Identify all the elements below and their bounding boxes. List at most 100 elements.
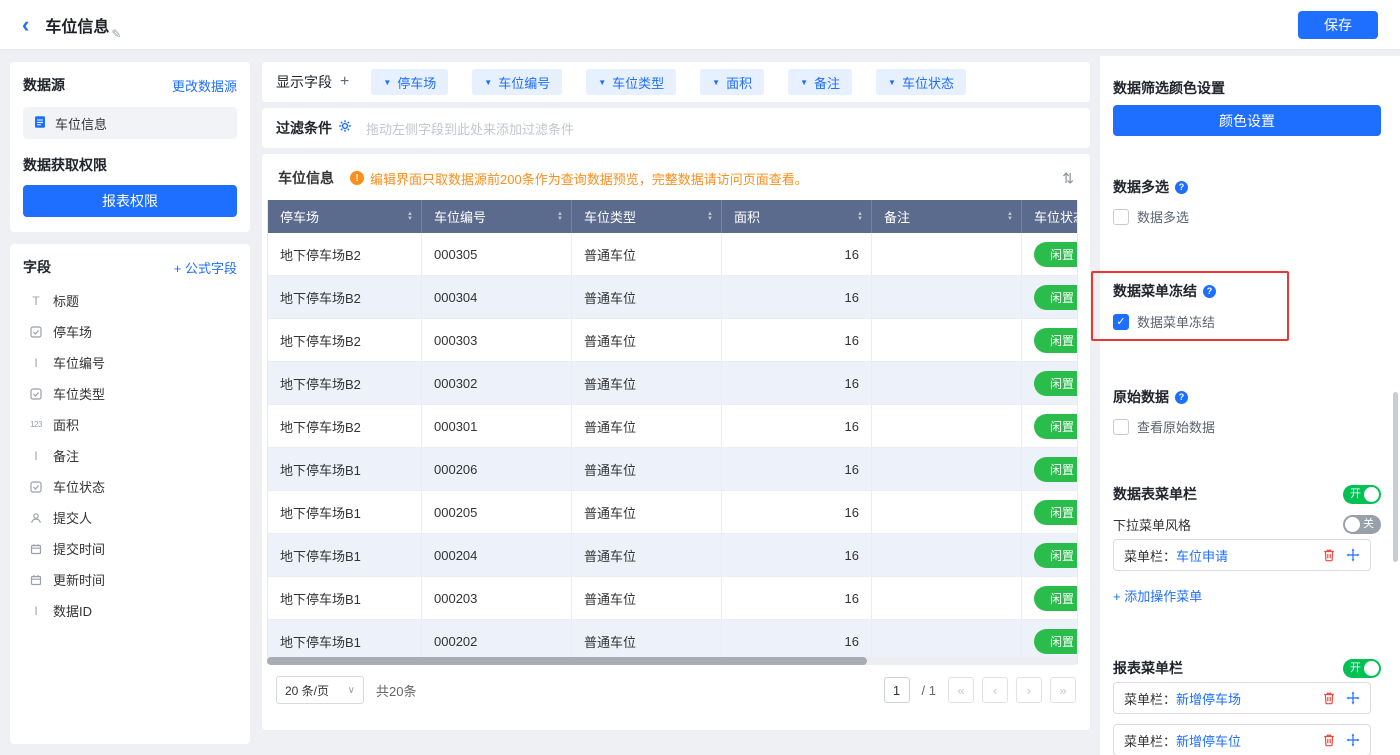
menu-item-value[interactable]: 新增停车位 [1176,731,1241,750]
help-icon[interactable]: ? [1175,391,1188,404]
edit-title-icon[interactable]: ✎ [111,27,121,41]
column-header[interactable]: 车位状态▲▼ [1022,200,1078,233]
scrollbar-thumb[interactable] [267,657,867,665]
add-display-field-button[interactable]: + [340,73,349,91]
table-cell [872,577,1022,620]
field-item[interactable]: T标题 [23,285,237,316]
sort-icon[interactable]: ▲▼ [1007,212,1013,222]
field-item[interactable]: I备注 [23,440,237,471]
menu-item-add-parking-space[interactable]: 菜单栏： 新增停车位 [1113,724,1371,755]
field-item[interactable]: I数据ID [23,595,237,626]
table-row[interactable]: 地下停车场B1000205普通车位16闲置 [268,491,1078,534]
datasource-item[interactable]: 车位信息 [23,107,237,139]
chip-label: 停车场 [397,73,436,92]
table-row[interactable]: 地下停车场B2000303普通车位16闲置 [268,319,1078,362]
page-size-select[interactable]: 20 条/页 ∨ [276,676,364,704]
add-operation-menu-link[interactable]: + 添加操作菜单 [1113,586,1202,605]
table-cell: 普通车位 [572,405,722,448]
table-sort-icon[interactable]: ⇅ [1062,170,1074,187]
color-settings-title: 数据筛选颜色设置 [1113,78,1225,98]
dropdown-style-toggle[interactable]: 关 [1343,515,1381,534]
horizontal-scrollbar[interactable] [267,657,1078,665]
prev-page-button[interactable]: ‹ [982,677,1008,703]
delete-icon[interactable] [1322,733,1336,747]
menu-item-value[interactable]: 车位申请 [1176,546,1228,565]
table-row[interactable]: 地下停车场B1000206普通车位16闲置 [268,448,1078,491]
table-menu-row: 数据表菜单栏 开 [1113,484,1381,504]
delete-icon[interactable] [1322,548,1336,562]
info-icon: ! [350,171,364,185]
field-item[interactable]: 提交时间 [23,533,237,564]
field-item[interactable]: 提交人 [23,502,237,533]
next-page-button[interactable]: › [1016,677,1042,703]
display-field-chip[interactable]: ▼车位状态 [876,69,966,95]
table-cell: 000304 [422,276,572,319]
move-icon[interactable] [1346,691,1360,705]
display-field-chip[interactable]: ▼车位类型 [586,69,676,95]
multi-select-checkbox[interactable]: 数据多选 [1113,207,1189,226]
sort-icon[interactable]: ▲▼ [857,212,863,222]
display-field-chip[interactable]: ▼备注 [788,69,852,95]
gear-icon[interactable] [338,119,352,138]
column-header[interactable]: 车位编号▲▼ [422,200,572,233]
table-cell: 16 [722,276,872,319]
display-field-chip[interactable]: ▼停车场 [371,69,448,95]
menu-item-add-parking-lot[interactable]: 菜单栏： 新增停车场 [1113,682,1371,714]
back-button[interactable]: ‹ [22,14,29,36]
total-count: 共20条 [376,681,416,700]
sort-icon[interactable]: ▲▼ [407,212,413,222]
color-settings-button[interactable]: 颜色设置 [1113,105,1381,136]
menu-item-parking-apply[interactable]: 菜单栏： 车位申请 [1113,539,1371,571]
person-field-icon [27,512,45,524]
sort-icon[interactable]: ▲▼ [707,212,713,222]
table-header-row: 停车场▲▼车位编号▲▼车位类型▲▼面积▲▼备注▲▼车位状态▲▼ [268,200,1078,233]
display-field-chip[interactable]: ▼面积 [700,69,764,95]
table-row[interactable]: 地下停车场B2000302普通车位16闲置 [268,362,1078,405]
column-header[interactable]: 面积▲▼ [722,200,872,233]
sort-icon[interactable]: ▲▼ [557,212,563,222]
move-icon[interactable] [1346,733,1360,747]
table-cell: 地下停车场B2 [268,319,422,362]
column-header[interactable]: 停车场▲▼ [268,200,422,233]
help-icon[interactable]: ? [1175,181,1188,194]
table-cell: 普通车位 [572,491,722,534]
filter-bar[interactable]: 过滤条件 拖动左侧字段到此处来添加过滤条件 [262,108,1090,148]
field-item[interactable]: 更新时间 [23,564,237,595]
field-item[interactable]: I车位编号 [23,347,237,378]
chip-label: 车位状态 [902,73,954,92]
report-permission-button[interactable]: 报表权限 [23,185,237,217]
column-header[interactable]: 备注▲▼ [872,200,1022,233]
field-label: 标题 [53,291,79,310]
menu-freeze-checkbox[interactable]: ✓ 数据菜单冻结 [1113,312,1287,331]
table-menu-title: 数据表菜单栏 [1113,484,1197,504]
table-row[interactable]: 地下停车场B1000204普通车位16闲置 [268,534,1078,577]
page-navigation: 1 / 1 « ‹ › » [884,677,1076,703]
menu-item-value[interactable]: 新增停车场 [1176,689,1241,708]
table-row[interactable]: 地下停车场B2000304普通车位16闲置 [268,276,1078,319]
table-row[interactable]: 地下停车场B2000305普通车位16闲置 [268,233,1078,276]
table-row[interactable]: 地下停车场B1000203普通车位16闲置 [268,577,1078,620]
last-page-button[interactable]: » [1050,677,1076,703]
file-icon [33,115,47,132]
help-icon[interactable]: ? [1203,285,1216,298]
raw-data-checkbox[interactable]: 查看原始数据 [1113,417,1215,436]
current-page-box[interactable]: 1 [884,677,910,703]
add-formula-field-link[interactable]: + 公式字段 [174,258,237,277]
table-row[interactable]: 地下停车场B2000301普通车位16闲置 [268,405,1078,448]
multi-select-checkbox-label: 数据多选 [1137,207,1189,226]
display-field-chip[interactable]: ▼车位编号 [472,69,562,95]
vertical-scrollbar[interactable] [1393,392,1398,562]
save-button[interactable]: 保存 [1298,11,1378,39]
table-menu-toggle[interactable]: 开 [1343,485,1381,504]
first-page-button[interactable]: « [948,677,974,703]
move-icon[interactable] [1346,548,1360,562]
change-datasource-link[interactable]: 更改数据源 [172,76,237,95]
field-item[interactable]: 123面积 [23,409,237,440]
table-cell: 000305 [422,233,572,276]
report-menu-toggle[interactable]: 开 [1343,659,1381,678]
delete-icon[interactable] [1322,691,1336,705]
field-item[interactable]: 车位状态 [23,471,237,502]
column-header[interactable]: 车位类型▲▼ [572,200,722,233]
field-item[interactable]: 停车场 [23,316,237,347]
field-item[interactable]: 车位类型 [23,378,237,409]
